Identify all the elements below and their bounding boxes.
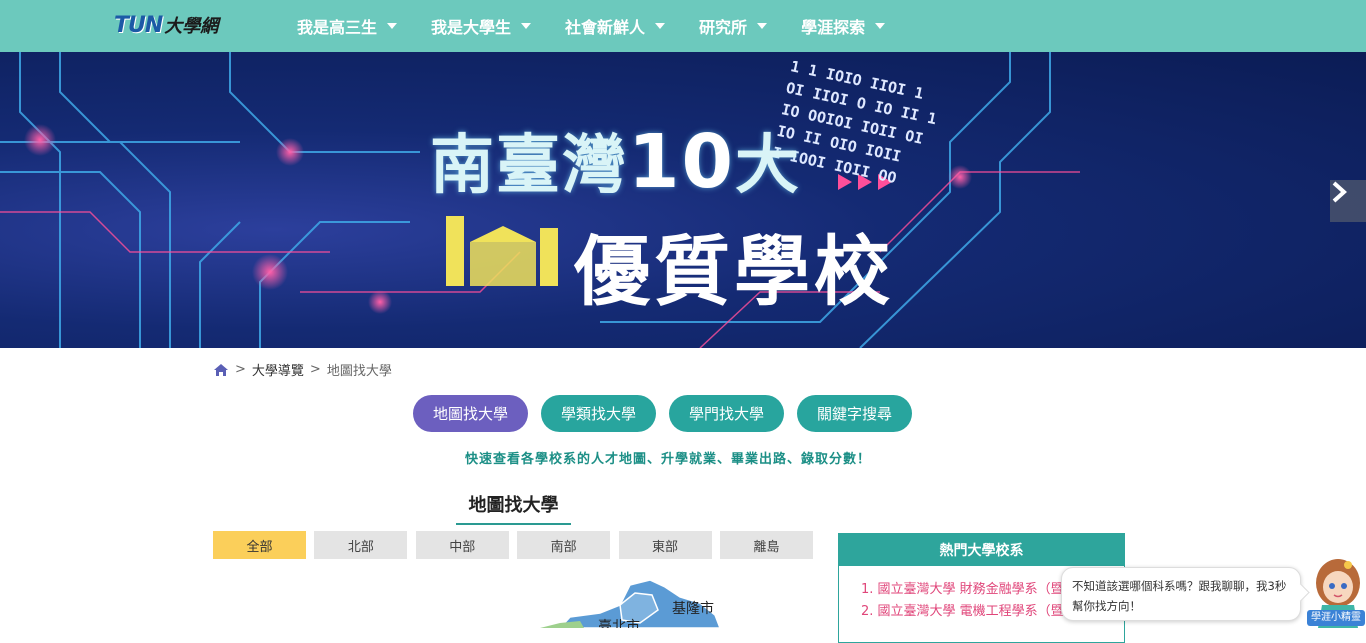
- map-label-taipei: 臺北市: [598, 618, 640, 628]
- banner-headline-number: 10: [628, 119, 735, 205]
- tab-category-search[interactable]: 學類找大學: [541, 395, 657, 432]
- region-islands[interactable]: 離島: [719, 531, 813, 559]
- nav-label: 我是大學生: [431, 18, 512, 37]
- carousel-next-button[interactable]: [1330, 180, 1366, 222]
- breadcrumb: > 大學導覽 > 地圖找大學: [213, 360, 392, 379]
- nav-item-university-student[interactable]: 我是大學生: [414, 0, 548, 52]
- chevron-down-icon: [875, 23, 886, 29]
- banner-headline-part2: 大: [734, 129, 801, 203]
- breadcrumb-separator: >: [235, 362, 246, 377]
- tagline: 快速查看各學校系的人才地圖、升學就業、畢業出路、錄取分數！: [464, 452, 871, 467]
- chatbot-name-badge[interactable]: 學涯小精靈: [1307, 610, 1365, 626]
- region-central[interactable]: 中部: [415, 531, 509, 559]
- breadcrumb-separator: >: [309, 362, 321, 377]
- breadcrumb-current: 地圖找大學: [326, 364, 392, 379]
- region-all[interactable]: 全部: [213, 531, 306, 559]
- chevron-down-icon: [757, 23, 768, 29]
- top-nav-bar: TUN 大學網 我是高三生 我是大學生 社會新鮮人 研究所 學涯探索: [0, 0, 1366, 52]
- nav-item-career-explore[interactable]: 學涯探索: [784, 0, 902, 52]
- banner-headline-part1: 南臺灣: [430, 129, 628, 203]
- main-nav: 我是高三生 我是大學生 社會新鮮人 研究所 學涯探索: [280, 0, 902, 52]
- nav-item-new-graduate[interactable]: 社會新鮮人: [548, 0, 682, 52]
- hot-departments-title: 熱門大學校系: [839, 534, 1124, 566]
- banner-subtitle: 優質學校: [574, 227, 894, 316]
- home-icon[interactable]: [213, 363, 229, 377]
- region-south[interactable]: 南部: [517, 531, 611, 559]
- nav-label: 研究所: [699, 18, 748, 37]
- nav-label: 我是高三生: [297, 18, 378, 37]
- map-label-keelung: 基隆市: [672, 600, 714, 617]
- banner-headline: 南臺灣10大: [430, 114, 801, 206]
- nav-label: 社會新鮮人: [565, 18, 646, 37]
- logo-latin: TUN: [114, 12, 163, 38]
- nav-label: 學涯探索: [801, 18, 866, 37]
- region-east[interactable]: 東部: [618, 531, 712, 559]
- chevron-down-icon: [655, 23, 666, 29]
- tab-field-search[interactable]: 學門找大學: [669, 395, 785, 432]
- chevron-down-icon: [387, 23, 398, 29]
- tab-map-search[interactable]: 地圖找大學: [413, 395, 529, 432]
- site-logo[interactable]: TUN 大學網: [114, 10, 218, 40]
- region-north[interactable]: 北部: [314, 531, 408, 559]
- nav-item-senior-high[interactable]: 我是高三生: [280, 0, 414, 52]
- chevron-down-icon: [521, 23, 532, 29]
- breadcrumb-university-guide[interactable]: 大學導覽: [252, 360, 304, 379]
- chevron-right-icon: [1332, 181, 1347, 203]
- section-title: 地圖找大學: [456, 491, 571, 525]
- region-filter: 全部 北部 中部 南部 東部 離島: [213, 531, 821, 559]
- search-mode-tabs: 地圖找大學 學類找大學 學門找大學 關鍵字搜尋: [413, 395, 925, 432]
- nav-item-graduate-school[interactable]: 研究所: [682, 0, 784, 52]
- tab-keyword-search[interactable]: 關鍵字搜尋: [797, 395, 913, 432]
- logo-chinese: 大學網: [164, 16, 219, 37]
- taiwan-map[interactable]: 基隆市 臺北市: [540, 575, 740, 628]
- chatbot-bubble[interactable]: 不知道該選哪個科系嗎？跟我聊聊，我3秒幫你找方向！: [1061, 567, 1301, 621]
- hero-banner[interactable]: 1 1 IOIO IIOI 1 OI IIOI O IO II 1 IO OOI…: [0, 52, 1366, 348]
